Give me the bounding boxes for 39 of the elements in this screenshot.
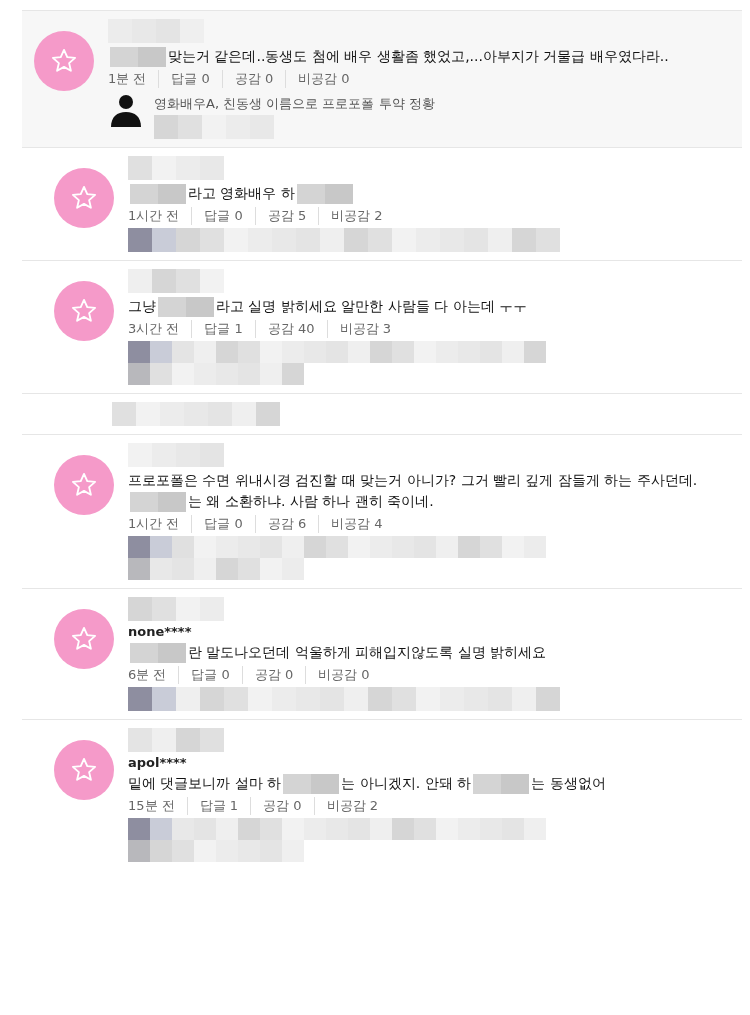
time-text: 6분 전 [128,666,168,684]
star-icon [50,47,78,75]
reply-count[interactable]: 답글 0 [178,666,242,684]
time-text: 15분 전 [128,797,176,815]
like-count[interactable]: 공감 0 [250,797,314,815]
star-icon [70,756,98,784]
like-count[interactable]: 공감 0 [241,666,306,684]
comment-text: 맞는거 같은데..동생도 첨에 배우 생활좀 했었고,...아부지가 거물급 배우였다라.. [108,46,722,67]
like-count[interactable]: 공감 5 [254,207,319,225]
dislike-count[interactable]: 비공감 2 [318,207,395,225]
dislike-count[interactable]: 비공감 4 [318,515,395,533]
comment-text: 란 말도나오던데 억울하게 피해입지않도록 실명 밝히세요 [128,642,722,663]
reply-count[interactable]: 답글 1 [191,320,255,338]
username[interactable]: apol**** [128,755,722,770]
like-count[interactable]: 공감 0 [221,70,286,88]
time-text: 1분 전 [108,70,148,88]
star-icon [70,297,98,325]
time-text: 3시간 전 [128,320,181,338]
reply-count[interactable]: 답글 0 [158,70,222,88]
time-text: 1시간 전 [128,207,181,225]
username[interactable]: none**** [128,624,722,639]
dislike-count[interactable]: 비공감 2 [313,797,390,815]
like-count[interactable]: 공감 40 [254,320,327,338]
reply-count[interactable]: 답글 1 [186,797,251,815]
star-icon [70,471,98,499]
comment-text: 프로포폴은 수면 위내시경 검진할 때 맞는거 아니가? 그거 빨리 깊게 잠들게 하는 주사던데. 는 왜 소환하냐. 사람 하나 괜히 죽이네. [128,470,722,512]
reply-count[interactable]: 답글 0 [191,515,255,533]
time-text: 1시간 전 [128,515,181,533]
star-icon [70,625,98,653]
comment-text: 라고 영화배우 하 [128,183,722,204]
star-icon [70,184,98,212]
reply-count[interactable]: 답글 0 [191,207,255,225]
dislike-count[interactable]: 비공감 0 [285,70,362,88]
dislike-count[interactable]: 비공감 3 [326,320,403,338]
dislike-count[interactable]: 비공감 0 [305,666,382,684]
comment-text: 밑에 댓글보니까 설마 하 는 아니겠지. 안돼 하 는 동생없어 [128,773,722,794]
comment-text: 그냥 라고 실명 밝히세요 알만한 사람들 다 아는데 ㅜㅜ [128,296,722,317]
like-count[interactable]: 공감 6 [254,515,319,533]
link-title[interactable]: 영화배우A, 친동생 이름으로 프로포폴 투약 정황 [154,95,435,113]
